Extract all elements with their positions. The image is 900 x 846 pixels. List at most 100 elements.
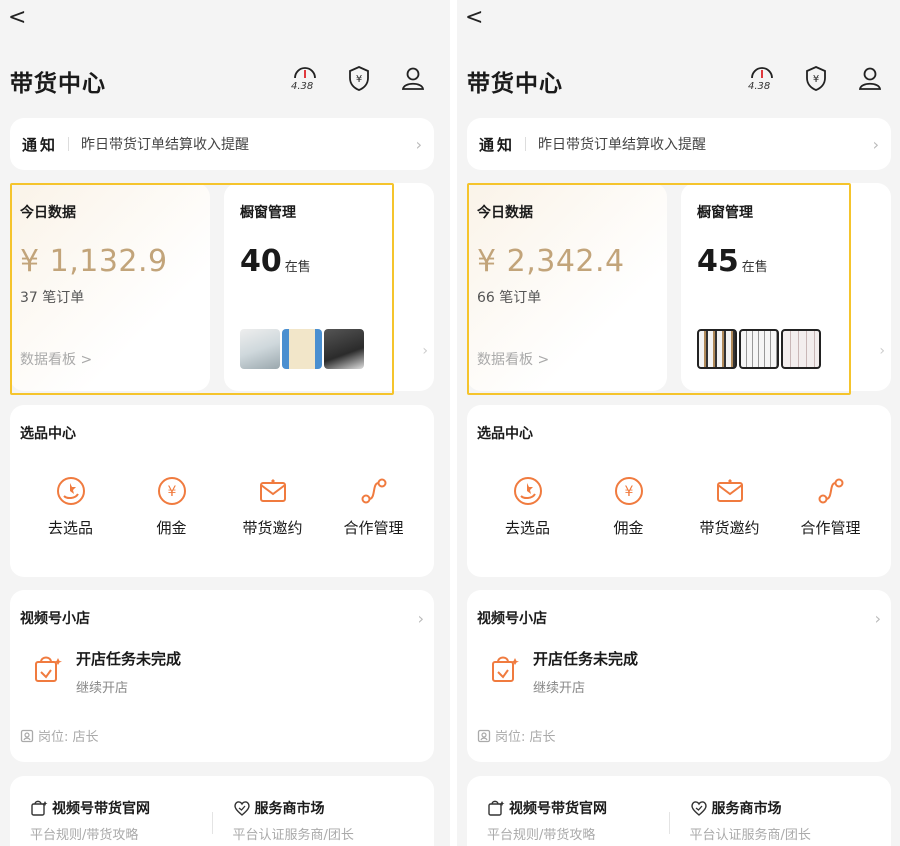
page-title: 带货中心 [10,71,106,97]
dashboard-link[interactable]: 数据看板 > [20,349,92,369]
notice-text: 昨日带货订单结算收入提醒 [538,137,707,153]
svg-text:¥: ¥ [356,74,362,85]
shield-yuan-icon[interactable]: ¥ [803,64,831,94]
select-products-icon [56,477,85,505]
dashboard-link[interactable]: 数据看板 > [477,349,549,369]
header-icons: 4.38 ¥ [748,64,885,94]
invitation-button[interactable]: 带货邀约 [679,475,780,538]
left-phone-screen: < 带货中心 4.38 ¥ 通知 昨日带货订单结算收入提醒 › 今日数据 ¥ 1… [0,0,450,846]
user-icon[interactable] [857,64,885,94]
cooperation-button[interactable]: 合作管理 [323,475,424,538]
shop-bag-outline-icon [488,800,505,816]
product-thumbnail [240,329,280,369]
selection-grid: 去选品 ¥ 佣金 带货邀约 合作管理 [477,475,881,538]
product-thumbnail [697,329,737,369]
section-title: 选品中心 [477,426,533,442]
link-subtitle: 平台认证服务商/团长 [689,828,811,843]
notice-tag: 通知 [479,135,516,154]
role-text: 岗位: 店长 [495,730,556,745]
product-selection-section: 选品中心 去选品 ¥ 佣金 带货邀约 合作管理 [467,405,891,577]
chevron-right-icon: › [415,134,422,154]
showcase-count-number: 45 [697,244,739,279]
notice-bar[interactable]: 通知 昨日带货订单结算收入提醒 › [467,118,891,170]
official-site-link[interactable]: 视频号带货官网 平台规则/带货攻略 [30,798,212,844]
link-title: 服务商市场 [690,798,872,818]
svg-text:¥: ¥ [167,484,176,500]
section-title: 视频号小店 [477,611,547,627]
handshake-heart-icon [690,801,707,816]
chevron-right-icon: › [879,343,885,359]
role-line: 岗位: 店长 [477,726,881,745]
store-header[interactable]: 视频号小店 › [20,608,424,628]
speed-score: 4.38 [291,81,314,92]
stats-row: 今日数据 ¥ 2,342.4 66 笔订单 数据看板 > 橱窗管理 45 在售 › [467,183,891,395]
link-title-text: 服务商市场 [254,801,325,817]
store-task-subtitle: 继续开店 [533,681,586,696]
stats-row: 今日数据 ¥ 1,132.9 37 笔订单 数据看板 > 橱窗管理 40 在售 › [10,183,434,395]
store-task[interactable]: 开店任务未完成 继续开店 [30,648,424,696]
grid-label: 佣金 [156,519,187,537]
showcase-label: 橱窗管理 [697,205,753,221]
link-subtitle: 平台认证服务商/团长 [232,828,354,843]
today-amount: ¥ 1,132.9 [20,244,168,279]
store-task[interactable]: 开店任务未完成 继续开店 [487,648,881,696]
service-market-link[interactable]: 服务商市场 平台认证服务商/团长 [690,798,872,844]
yuan-icon: ¥ [614,477,643,505]
bottom-links: 视频号带货官网 平台规则/带货攻略 服务商市场 平台认证服务商/团长 [467,776,891,846]
today-data-card[interactable]: 今日数据 ¥ 1,132.9 37 笔订单 数据看板 > [10,183,210,391]
link-title: 视频号带货官网 [487,798,669,818]
speed-score: 4.38 [748,81,771,92]
role-line: 岗位: 店长 [20,726,424,745]
store-task-text: 开店任务未完成 继续开店 [76,648,181,696]
bottom-links: 视频号带货官网 平台规则/带货攻略 服务商市场 平台认证服务商/团长 [10,776,434,846]
speedometer-icon[interactable]: 4.38 [291,64,320,94]
link-title: 视频号带货官网 [30,798,212,818]
notice-tag: 通知 [22,135,59,154]
header-icons: 4.38 ¥ [291,64,428,94]
handshake-heart-icon [233,801,250,816]
notice-text: 昨日带货订单结算收入提醒 [81,137,250,153]
chevron-right-icon: › [874,608,881,628]
panel-gap [450,0,457,846]
route-icon [361,478,386,504]
notice-bar[interactable]: 通知 昨日带货订单结算收入提醒 › [10,118,434,170]
showcase-count-number: 40 [240,244,282,279]
today-data-card[interactable]: 今日数据 ¥ 2,342.4 66 笔订单 数据看板 > [467,183,667,391]
select-products-icon [513,477,542,505]
vertical-divider [211,812,213,834]
store-task-subtitle: 继续开店 [76,681,129,696]
official-site-link[interactable]: 视频号带货官网 平台规则/带货攻略 [487,798,669,844]
showcase-card[interactable]: 橱窗管理 45 在售 › [681,183,891,391]
showcase-count-unit: 在售 [741,260,768,275]
product-thumbnail [282,329,322,369]
back-button[interactable]: < [8,6,32,30]
select-products-button[interactable]: 去选品 [20,475,121,538]
shopping-bag-icon [492,656,519,682]
commission-button[interactable]: ¥ 佣金 [121,475,222,538]
envelope-heart-icon [716,479,743,502]
store-header[interactable]: 视频号小店 › [477,608,881,628]
service-market-link[interactable]: 服务商市场 平台认证服务商/团长 [233,798,415,844]
cooperation-button[interactable]: 合作管理 [780,475,881,538]
today-data-label: 今日数据 [477,205,533,221]
invitation-button[interactable]: 带货邀约 [222,475,323,538]
select-products-button[interactable]: 去选品 [477,475,578,538]
user-icon[interactable] [400,64,428,94]
store-section: 视频号小店 › 开店任务未完成 继续开店 岗位: 店长 [10,590,434,762]
link-title: 服务商市场 [233,798,415,818]
grid-label: 合作管理 [343,519,404,537]
svg-text:¥: ¥ [624,484,633,500]
right-phone-screen: < 带货中心 4.38 ¥ 通知 昨日带货订单结算收入提醒 › 今日数据 ¥ 2… [457,0,900,846]
store-task-title: 开店任务未完成 [76,650,182,668]
shield-yuan-icon[interactable]: ¥ [346,64,374,94]
back-button[interactable]: < [465,6,489,30]
speedometer-icon[interactable]: 4.38 [748,64,777,94]
grid-label: 去选品 [47,519,93,537]
grid-label: 合作管理 [800,519,861,537]
showcase-card[interactable]: 橱窗管理 40 在售 › [224,183,434,391]
commission-button[interactable]: ¥ 佣金 [578,475,679,538]
section-title: 视频号小店 [20,611,90,627]
grid-label: 带货邀约 [242,519,303,537]
shopping-bag-icon [35,656,62,682]
envelope-heart-icon [259,479,286,502]
